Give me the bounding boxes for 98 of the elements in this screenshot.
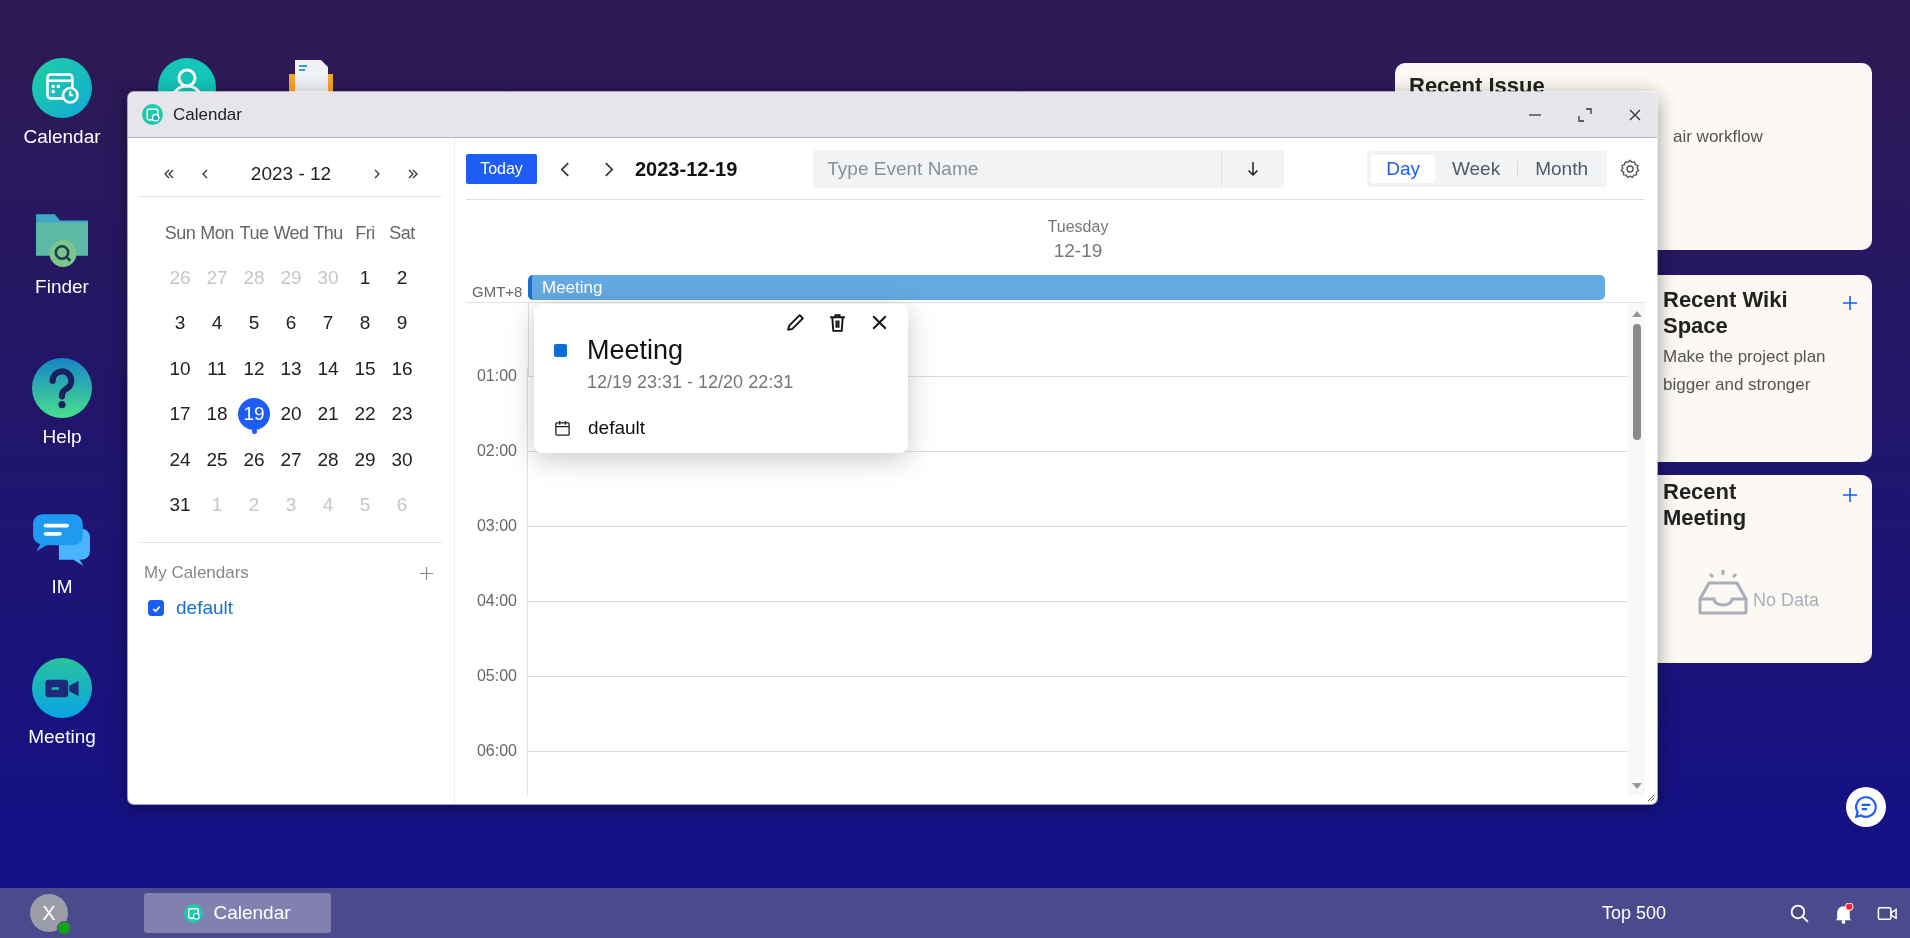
- window-title: Calendar: [173, 104, 242, 125]
- empty-message: No Data: [1753, 589, 1820, 611]
- add-icon[interactable]: [419, 565, 434, 581]
- day-cell[interactable]: 12: [238, 352, 270, 385]
- event-title: Meeting: [587, 335, 684, 366]
- section-title: My Calendars: [144, 563, 249, 583]
- weekday-label: Tue: [238, 222, 270, 245]
- day-cell[interactable]: 24: [164, 443, 196, 476]
- delete-icon[interactable]: [827, 312, 848, 333]
- day-cell[interactable]: 20: [275, 398, 307, 431]
- question-mark-icon[interactable]: [32, 358, 92, 418]
- day-cell[interactable]: 19: [238, 398, 270, 431]
- day-cell[interactable]: 17: [164, 398, 196, 431]
- day-cell[interactable]: 21: [312, 398, 344, 431]
- desktop-icon-label[interactable]: Meeting: [28, 726, 96, 748]
- day-cell[interactable]: 28: [312, 443, 344, 476]
- weekday-heading: Tuesday: [1047, 218, 1109, 236]
- date-heading: 12-19: [1053, 240, 1103, 262]
- day-cell[interactable]: 5: [238, 307, 270, 340]
- person-icon[interactable]: [158, 58, 216, 92]
- day-cell[interactable]: 16: [386, 352, 418, 385]
- day-cell[interactable]: 10: [164, 352, 196, 385]
- timezone-label: GMT+8: [471, 281, 524, 300]
- scroll-down-icon[interactable]: [1631, 783, 1642, 789]
- widget-text[interactable]: air workflow: [1673, 123, 1858, 151]
- day-cell[interactable]: 14: [312, 352, 344, 385]
- calendar-icon: [554, 419, 571, 437]
- day-cell[interactable]: 25: [201, 443, 233, 476]
- calendar-icon[interactable]: [32, 58, 92, 118]
- settings-icon[interactable]: [1619, 158, 1641, 180]
- weekday-label: Mon: [199, 222, 235, 245]
- day-cell[interactable]: 26: [238, 443, 270, 476]
- desktop-icon-label[interactable]: IM: [51, 576, 73, 598]
- event-time: 12/19 23:31 - 12/20 22:31: [587, 372, 795, 393]
- day-cell[interactable]: 7: [312, 307, 344, 340]
- desktop-icon-label[interactable]: Help: [42, 426, 82, 448]
- document-folder-icon[interactable]: [287, 58, 335, 92]
- chevron-right-icon[interactable]: [603, 160, 615, 178]
- month-label: 2023 - 12: [249, 163, 333, 185]
- desktop-icon-label[interactable]: Finder: [35, 276, 89, 298]
- day-cell[interactable]: 2: [386, 261, 418, 294]
- empty-inbox-icon: [1697, 569, 1749, 617]
- calendar-icon: [184, 903, 204, 923]
- view-tab[interactable]: Month: [1520, 155, 1603, 183]
- double-chevron-right-icon[interactable]: [406, 167, 420, 181]
- calendar-icon: [142, 104, 163, 125]
- weekday-label: Thu: [312, 222, 344, 245]
- scrollbar-thumb[interactable]: [1632, 324, 1641, 440]
- bell-icon[interactable]: [1833, 902, 1854, 924]
- day-cell[interactable]: 3: [164, 307, 196, 340]
- chat-icon: [1853, 794, 1879, 820]
- day-cell[interactable]: 18: [201, 398, 233, 431]
- double-chevron-left-icon[interactable]: [162, 167, 176, 181]
- add-icon[interactable]: [1842, 487, 1858, 503]
- day-cell[interactable]: 8: [349, 307, 381, 340]
- day-cell[interactable]: 15: [349, 352, 381, 385]
- scroll-up-icon[interactable]: [1631, 311, 1642, 317]
- video-camera-icon[interactable]: [32, 658, 92, 718]
- resize-grip-icon[interactable]: [1645, 792, 1655, 802]
- calendar-name[interactable]: default: [176, 597, 234, 619]
- day-cell[interactable]: 29: [349, 443, 381, 476]
- weekday-label: Sun: [163, 222, 197, 245]
- day-cell[interactable]: 31: [164, 489, 196, 522]
- day-cell[interactable]: 22: [349, 398, 381, 431]
- search-icon[interactable]: [1789, 902, 1810, 924]
- search-field[interactable]: Type Event Name: [813, 150, 1222, 188]
- desktop-icon-label[interactable]: Calendar: [23, 126, 101, 148]
- taskbar-label[interactable]: Top 500: [1601, 902, 1666, 924]
- checkbox[interactable]: [148, 600, 164, 616]
- day-cell[interactable]: 4: [201, 307, 233, 340]
- weekday-label: Fri: [354, 222, 376, 245]
- today-button[interactable]: Today: [466, 154, 537, 184]
- view-tab[interactable]: Week: [1436, 155, 1516, 183]
- edit-icon[interactable]: [785, 312, 806, 333]
- widget-text[interactable]: Make the project plan bigger and stronger: [1663, 343, 1858, 399]
- taskbar-app-button[interactable]: Calendar: [144, 893, 331, 933]
- day-cell[interactable]: 1: [349, 261, 381, 294]
- day-cell[interactable]: 9: [386, 307, 418, 340]
- day-cell[interactable]: 13: [275, 352, 307, 385]
- widget-title: Recent Wiki Space: [1663, 287, 1789, 339]
- day-cell[interactable]: 23: [386, 398, 418, 431]
- chat-button[interactable]: [1846, 787, 1886, 827]
- day-cell[interactable]: 11: [201, 352, 233, 385]
- add-icon[interactable]: [1842, 295, 1858, 311]
- current-date: 2023-12-19: [635, 157, 738, 181]
- view-tab[interactable]: Day: [1371, 155, 1435, 183]
- day-cell[interactable]: 6: [275, 307, 307, 340]
- weekday-label: Wed: [272, 222, 310, 245]
- day-cell[interactable]: 27: [275, 443, 307, 476]
- weekday-label: Sat: [388, 222, 416, 245]
- arrow-down-icon: [1246, 161, 1261, 177]
- maximize-icon[interactable]: [1577, 106, 1593, 123]
- sort-button[interactable]: [1222, 150, 1285, 188]
- chevron-left-icon[interactable]: [559, 160, 571, 178]
- widget-title: Recent Meeting: [1663, 479, 1748, 531]
- day-cell[interactable]: 30: [386, 443, 418, 476]
- event-calendar: default: [588, 417, 646, 439]
- hour-label: 06:00: [466, 742, 528, 795]
